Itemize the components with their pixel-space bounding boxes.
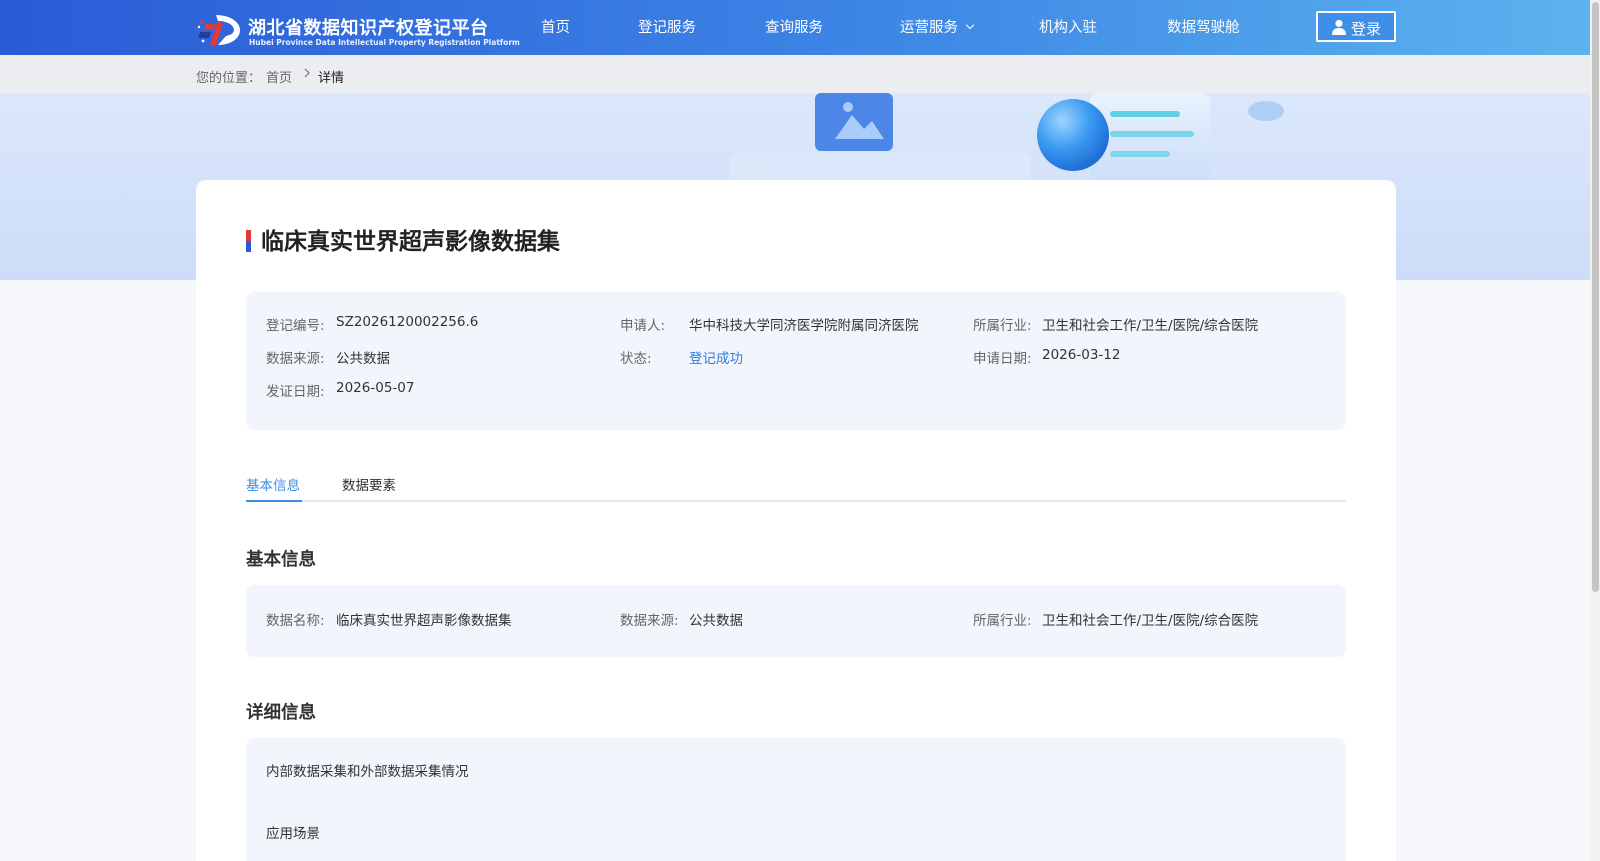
logo-title-en: Hubei Province Data Intellectual Propert… — [249, 38, 520, 47]
field-label-industry: 所属行业: — [973, 318, 1032, 334]
chevron-down-icon — [965, 20, 975, 30]
field-value-industry: 卫生和社会工作/卫生/医院/综合医院 — [1042, 318, 1259, 334]
field-value-data-name: 临床真实世界超声影像数据集 — [336, 613, 512, 629]
field-label-apply-date: 申请日期: — [973, 351, 1032, 367]
logo-icon — [197, 15, 240, 45]
top-navigation-bar: 湖北省数据知识产权登记平台 Hubei Province Data Intell… — [0, 0, 1600, 55]
detail-card: 临床真实世界超声影像数据集 登记编号: SZ2026120002256.6 申请… — [196, 180, 1396, 861]
title-accent-icon — [246, 230, 251, 252]
detail-item-data-collection: 内部数据采集和外部数据采集情况 — [266, 764, 469, 780]
breadcrumb: 您的位置： 首页 详情 — [0, 55, 1590, 93]
field-label-data-name: 数据名称: — [266, 613, 325, 629]
field-value-applicant: 华中科技大学同济医学院附属同济医院 — [689, 318, 919, 334]
nav-item-data-cockpit[interactable]: 数据驾驶舱 — [1167, 0, 1240, 55]
breadcrumb-current: 详情 — [318, 71, 345, 86]
login-button[interactable]: 登录 — [1316, 11, 1396, 42]
field-value-data-source: 公共数据 — [336, 351, 390, 367]
section-title-detailed-info: 详细信息 — [246, 703, 316, 723]
field-label-reg-no: 登记编号: — [266, 318, 325, 334]
nav-item-query-service[interactable]: 查询服务 — [765, 0, 823, 55]
platform-logo[interactable]: 湖北省数据知识产权登记平台 Hubei Province Data Intell… — [196, 12, 520, 48]
logo-title-cn: 湖北省数据知识产权登记平台 — [248, 18, 489, 39]
nav-item-operation-service-label: 运营服务 — [900, 20, 958, 36]
field-value-basic-industry: 卫生和社会工作/卫生/医院/综合医院 — [1042, 613, 1259, 629]
nav-item-registration-service[interactable]: 登记服务 — [638, 0, 696, 55]
detailed-info-panel: 内部数据采集和外部数据采集情况 应用场景 — [246, 738, 1346, 861]
breadcrumb-home-link[interactable]: 首页 — [266, 67, 292, 86]
field-value-reg-no: SZ2026120002256.6 — [336, 314, 479, 330]
nav-item-home[interactable]: 首页 — [541, 0, 570, 55]
tab-basic-info[interactable]: 基本信息 — [246, 474, 300, 494]
field-value-issue-date: 2026-05-07 — [336, 380, 415, 396]
summary-panel: 登记编号: SZ2026120002256.6 申请人: 华中科技大学同济医学院… — [246, 292, 1346, 430]
page-scrollbar-thumb[interactable] — [1592, 2, 1599, 592]
field-label-basic-industry: 所属行业: — [973, 613, 1032, 629]
field-label-issue-date: 发证日期: — [266, 384, 325, 400]
field-value-basic-data-source: 公共数据 — [689, 613, 743, 629]
status-badge: 登记成功 — [689, 351, 743, 367]
breadcrumb-prefix: 您的位置： — [196, 71, 262, 86]
nav-item-institution-entry[interactable]: 机构入驻 — [1039, 0, 1097, 55]
basic-info-panel: 数据名称: 临床真实世界超声影像数据集 数据来源: 公共数据 所属行业: 卫生和… — [246, 585, 1346, 657]
chevron-right-icon — [304, 68, 310, 78]
field-label-data-source: 数据来源: — [266, 351, 325, 367]
field-label-applicant: 申请人: — [620, 318, 666, 334]
tab-bar: 基本信息 数据要素 — [246, 470, 1346, 502]
tab-data-elements[interactable]: 数据要素 — [342, 474, 396, 494]
active-tab-indicator — [246, 500, 302, 502]
field-value-apply-date: 2026-03-12 — [1042, 347, 1121, 363]
field-label-status: 状态: — [620, 351, 652, 367]
login-button-label: 登录 — [1351, 20, 1382, 38]
section-title-basic-info: 基本信息 — [246, 550, 316, 570]
field-label-basic-data-source: 数据来源: — [620, 613, 679, 629]
user-icon — [1332, 19, 1346, 35]
page-title: 临床真实世界超声影像数据集 — [261, 229, 560, 255]
detail-item-application-scenario: 应用场景 — [266, 826, 320, 842]
nav-item-operation-service[interactable]: 运营服务 — [900, 0, 975, 55]
